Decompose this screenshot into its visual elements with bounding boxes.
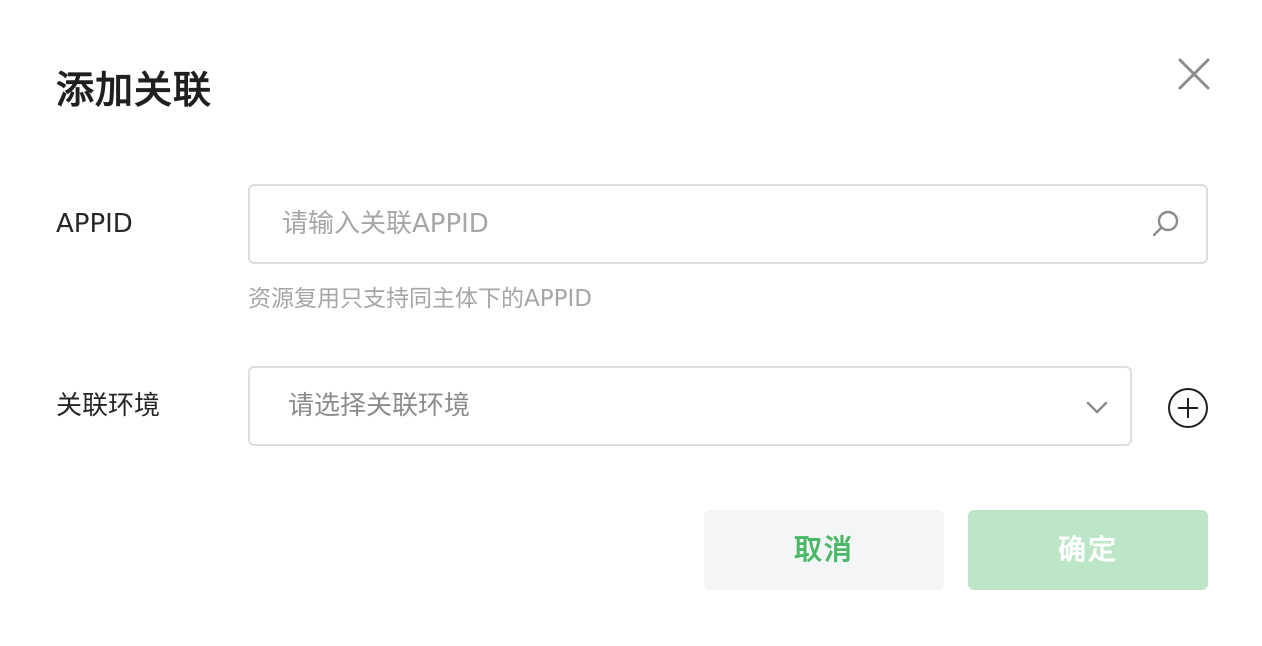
environment-select[interactable]: 请选择关联环境 [248, 366, 1132, 446]
plus-circle-icon[interactable] [1166, 386, 1210, 430]
appid-input[interactable] [282, 186, 1122, 262]
environment-select-placeholder: 请选择关联环境 [288, 391, 471, 421]
close-icon[interactable] [1172, 52, 1216, 96]
environment-label: 关联环境 [56, 391, 161, 421]
appid-hint: 资源复用只支持同主体下的APPID [248, 286, 592, 312]
appid-field-container [248, 184, 1208, 264]
dialog-title: 添加关联 [56, 68, 213, 112]
confirm-button[interactable]: 确定 [968, 510, 1208, 590]
cancel-button[interactable]: 取消 [704, 510, 944, 590]
search-icon[interactable] [1150, 208, 1182, 240]
appid-label: APPID [56, 209, 133, 239]
chevron-down-icon [1084, 394, 1110, 420]
add-association-dialog: 添加关联 APPID 资源复用只支持同主体下的APPID 关联环境 请选择关联环… [0, 0, 1262, 646]
